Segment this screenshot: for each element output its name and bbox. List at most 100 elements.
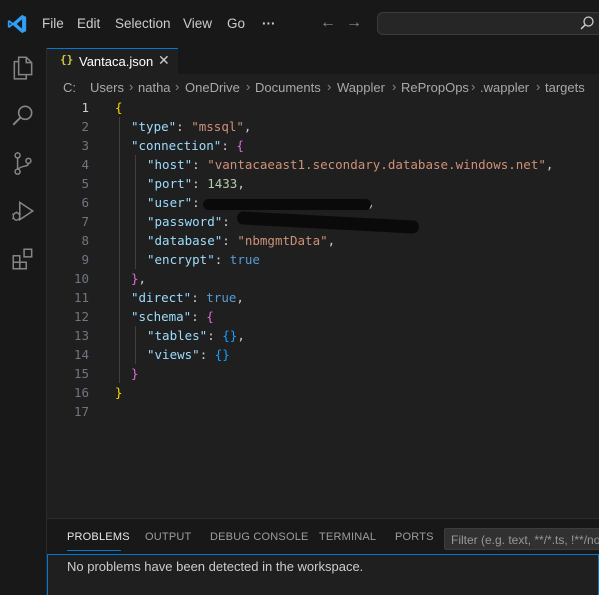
json-key: "host" — [147, 157, 193, 172]
source-control-icon[interactable] — [10, 150, 36, 176]
line-number: 6 — [81, 195, 89, 210]
problems-filter-input[interactable]: Filter (e.g. text, **/*.ts, !**/no — [444, 528, 599, 550]
line-number: 7 — [81, 214, 89, 229]
vscode-logo-icon — [7, 14, 27, 34]
json-string: "nbmgmtData" — [237, 233, 328, 248]
line-number: 8 — [81, 233, 89, 248]
breadcrumb-item[interactable]: OneDrive — [185, 80, 240, 95]
indent-guide — [135, 155, 136, 269]
menu-view[interactable]: View — [183, 15, 212, 33]
json-key: "database" — [147, 233, 223, 248]
problems-view: No problems have been detected in the wo… — [47, 554, 599, 595]
menu-go[interactable]: Go — [227, 15, 245, 33]
breadcrumb-item[interactable]: RePropOps — [401, 80, 469, 95]
code-line: "connection": { — [131, 138, 244, 153]
indent-guide — [119, 117, 120, 383]
brace: {} — [214, 347, 230, 362]
line-number: 1 — [81, 100, 89, 115]
extensions-icon[interactable] — [10, 246, 36, 272]
json-string: "mssql" — [191, 119, 244, 134]
menu-more[interactable]: ··· — [262, 15, 276, 33]
brace: {} — [222, 328, 238, 343]
json-key: "schema" — [131, 309, 192, 324]
line-number: 9 — [81, 252, 89, 267]
brace: } — [131, 366, 139, 381]
line-number: 16 — [73, 385, 89, 400]
line-number: 4 — [81, 157, 89, 172]
brace: { — [236, 138, 244, 153]
line-number: 5 — [81, 176, 89, 191]
code-line: "views": {} — [147, 347, 230, 362]
brace: { — [206, 309, 214, 324]
breadcrumb-item[interactable]: Wappler — [337, 80, 385, 95]
line-number: 15 — [73, 366, 89, 381]
line-number: 3 — [81, 138, 89, 153]
tab-output[interactable]: OUTPUT — [145, 531, 191, 543]
json-key: "type" — [131, 119, 177, 134]
tab-ports[interactable]: PORTS — [395, 531, 434, 543]
code-line: "type": "mssql", — [131, 119, 252, 134]
json-boolean: true — [206, 290, 237, 305]
json-key: "encrypt" — [147, 252, 215, 267]
title-bar: File Edit Selection View Go ··· ← → — [0, 0, 599, 48]
active-tab-indicator — [67, 550, 121, 551]
code-line: "host": "vantacaeast1.secondary.database… — [147, 157, 554, 172]
tab-bar: {} Vantaca.json ✕ — [47, 48, 599, 74]
command-center-search[interactable] — [377, 12, 599, 35]
code-line: } — [131, 366, 139, 381]
bottom-panel: PROBLEMS OUTPUT DEBUG CONSOLE TERMINAL P… — [47, 518, 599, 595]
line-number: 13 — [73, 328, 89, 343]
json-key: "user" — [147, 195, 193, 210]
line-number: 10 — [73, 271, 89, 286]
line-number: 2 — [81, 119, 89, 134]
explorer-icon[interactable] — [10, 54, 36, 80]
menu-file[interactable]: File — [42, 15, 64, 33]
menu-edit[interactable]: Edit — [77, 15, 100, 33]
json-number: 1433 — [207, 176, 238, 191]
json-string: "vantacaeast1.secondary.database.windows… — [207, 157, 546, 172]
breadcrumb-separator: › — [175, 79, 180, 94]
tab-vantaca-json[interactable]: {} Vantaca.json ✕ — [47, 48, 178, 74]
breadcrumb-item[interactable]: Documents — [255, 80, 321, 95]
json-boolean: true — [229, 252, 260, 267]
brace: } — [115, 385, 123, 400]
code-line: { — [115, 100, 123, 115]
code-line: "tables": {}, — [147, 328, 245, 343]
breadcrumb-item[interactable]: C: — [63, 80, 76, 95]
code-editor[interactable]: 1 2 3 4 5 6 7 8 9 10 11 12 13 14 15 16 1… — [47, 98, 599, 438]
brace: { — [115, 100, 123, 115]
editor-area: {} Vantaca.json ✕ C: Users › natha › One… — [47, 48, 599, 518]
breadcrumb-item[interactable]: natha — [138, 80, 171, 95]
code-line: "database": "nbmgmtData", — [147, 233, 336, 248]
nav-back-button[interactable]: ← — [320, 14, 336, 32]
tab-terminal[interactable]: TERMINAL — [319, 531, 376, 543]
breadcrumb-item[interactable]: .wappler — [480, 80, 529, 95]
code-line: "password": — [147, 214, 238, 229]
run-debug-icon[interactable] — [10, 198, 36, 224]
breadcrumb-separator: › — [327, 79, 332, 94]
line-number: 17 — [73, 404, 89, 419]
json-key: "password" — [147, 214, 223, 229]
close-icon[interactable]: ✕ — [158, 52, 170, 69]
line-number: 14 — [73, 347, 89, 362]
code-line: "port": 1433, — [147, 176, 245, 191]
code-line: "encrypt": true — [147, 252, 260, 267]
code-line: "direct": true, — [131, 290, 244, 305]
tab-problems[interactable]: PROBLEMS — [67, 531, 130, 543]
menu-selection[interactable]: Selection — [115, 15, 171, 33]
breadcrumb-item[interactable]: Users — [90, 80, 124, 95]
indent-guide — [135, 326, 136, 364]
code-line: }, — [131, 271, 147, 286]
nav-forward-button[interactable]: → — [346, 14, 362, 32]
breadcrumb-separator: › — [129, 79, 134, 94]
breadcrumb-separator: › — [536, 79, 541, 94]
breadcrumb-separator: › — [246, 79, 251, 94]
breadcrumb-separator: › — [392, 79, 397, 94]
tab-debug-console[interactable]: DEBUG CONSOLE — [210, 531, 309, 543]
json-key: "tables" — [147, 328, 208, 343]
search-icon — [580, 16, 594, 30]
code-line: "schema": { — [131, 309, 214, 324]
search-view-icon[interactable] — [10, 102, 36, 128]
breadcrumb-item[interactable]: targets — [545, 80, 585, 95]
redaction-mark — [203, 199, 371, 210]
